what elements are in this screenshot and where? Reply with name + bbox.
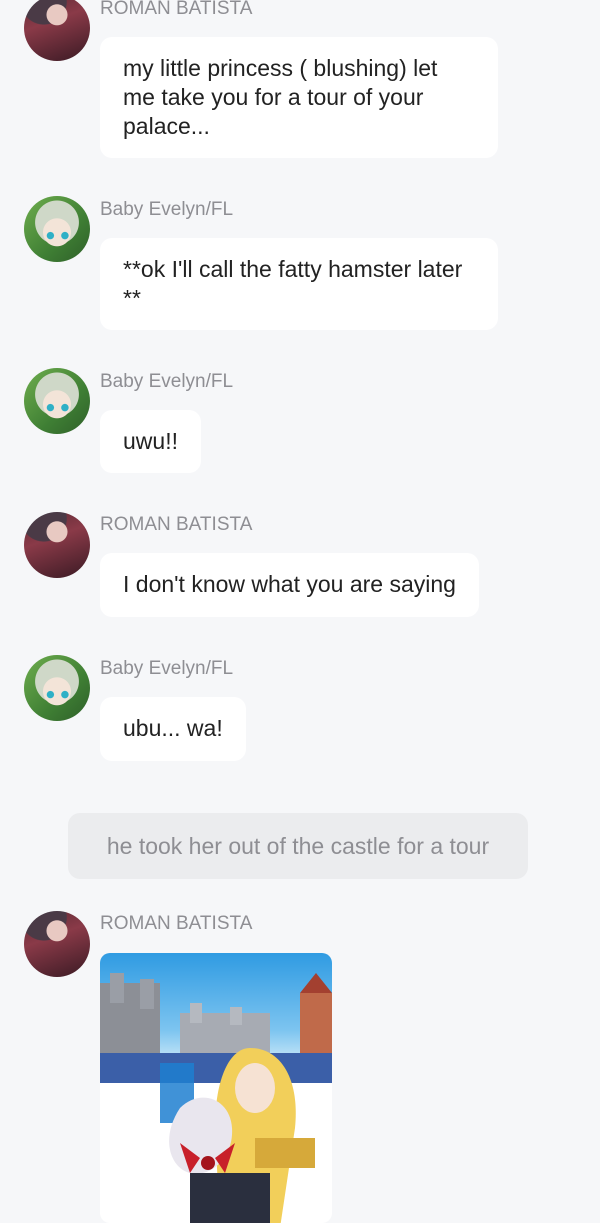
- sender-name: ROMAN BATISTA: [100, 913, 253, 934]
- message-text: uwu!!: [123, 428, 178, 454]
- message-text: **ok I'll call the fatty hamster later *…: [123, 256, 463, 311]
- message-bubble[interactable]: ubu... wa!: [100, 697, 246, 761]
- avatar-roman[interactable]: [24, 911, 90, 977]
- sender-name: ROMAN BATISTA: [100, 514, 253, 535]
- avatar-roman[interactable]: [24, 512, 90, 578]
- message-bubble[interactable]: my little princess ( blushing) let me ta…: [100, 37, 498, 158]
- avatar-roman[interactable]: [24, 0, 90, 61]
- message-bubble[interactable]: I don't know what you are saying: [100, 553, 479, 617]
- message-bubble[interactable]: uwu!!: [100, 410, 201, 473]
- sender-name: ROMAN BATISTA: [100, 0, 253, 19]
- avatar-evelyn[interactable]: [24, 368, 90, 434]
- narration-text: he took her out of the castle for a tour: [106, 833, 490, 859]
- characters-illustration: [160, 1048, 315, 1223]
- sender-name: Baby Evelyn/FL: [100, 658, 234, 679]
- message-text: ubu... wa!: [123, 715, 223, 741]
- avatar-evelyn[interactable]: [24, 196, 90, 262]
- message-text: my little princess ( blushing) let me ta…: [123, 55, 438, 139]
- sender-name: Baby Evelyn/FL: [100, 371, 234, 392]
- narration-bubble[interactable]: he took her out of the castle for a tour: [68, 813, 528, 879]
- image-message[interactable]: [100, 953, 332, 1223]
- avatar-evelyn[interactable]: [24, 655, 90, 721]
- sender-name: Baby Evelyn/FL: [100, 199, 234, 220]
- message-text: I don't know what you are saying: [123, 571, 456, 597]
- message-bubble[interactable]: **ok I'll call the fatty hamster later *…: [100, 238, 498, 330]
